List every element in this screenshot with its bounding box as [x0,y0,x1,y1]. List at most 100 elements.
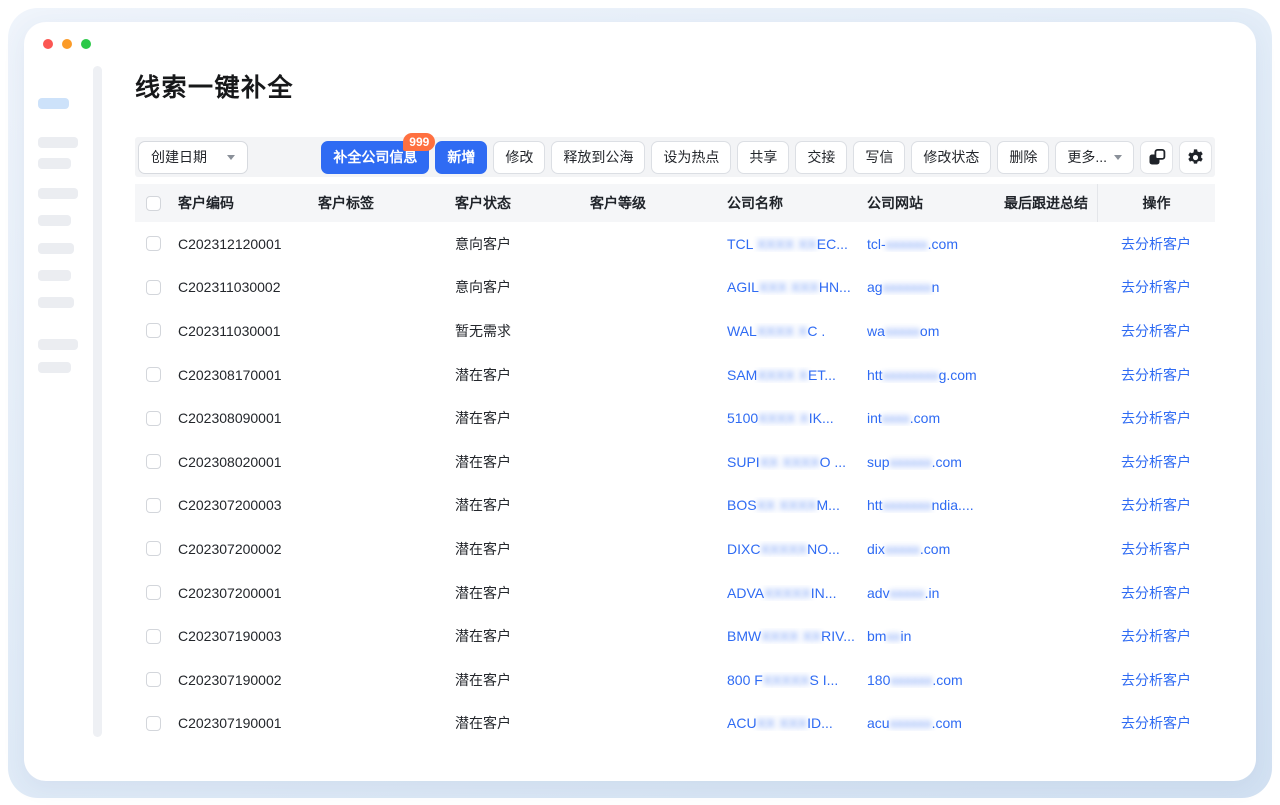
row-checkbox[interactable] [146,236,161,251]
company-name-link[interactable]: ADVAXXXXXIN... [727,585,867,601]
company-website: acu [867,715,890,731]
table-row: C202307190001潜在客户ACUXX XXXID...acuxxxxxx… [135,702,1215,746]
company-name: AGIL [727,279,759,295]
company-website-link[interactable]: intxxxx.com [867,410,1004,426]
toolbar-button-label: 新增 [447,147,475,167]
company-website-masked: xx [886,628,900,644]
company-name-link[interactable]: 800 FXXXXXS I... [727,672,867,688]
toolbar-button[interactable]: 设为热点 [651,141,731,174]
analyze-customer-link[interactable]: 去分析客户 [1121,452,1191,472]
row-checkbox-cell [135,411,178,426]
customer-code: C202307200001 [178,585,318,601]
row-checkbox[interactable] [146,323,161,338]
toolbar-button[interactable]: 补全公司信息999 [321,141,429,174]
analyze-customer-link[interactable]: 去分析客户 [1121,583,1191,603]
analyze-customer-link[interactable]: 去分析客户 [1121,670,1191,690]
column-header-code[interactable]: 客户编码 [178,193,318,213]
analyze-customer-link[interactable]: 去分析客户 [1121,713,1191,733]
company-name-link[interactable]: SUPIXX XXXXO ... [727,454,867,470]
column-header-status[interactable]: 客户状态 [455,193,590,213]
company-name-link[interactable]: TCL XXXX XXEC... [727,236,867,252]
company-website-masked: xxxxxx [890,715,932,731]
analyze-customer-link[interactable]: 去分析客户 [1121,234,1191,254]
column-header-action[interactable]: 操作 [1097,184,1215,222]
company-website-link[interactable]: agxxxxxxxn [867,279,1004,295]
company-name: SUPI [727,454,760,470]
company-website-link[interactable]: bmxxin [867,628,1004,644]
toolbar-button[interactable]: 释放到公海 [551,141,645,174]
company-website-link[interactable]: httxxxxxxxndia.... [867,497,1004,513]
toolbar-button[interactable]: 写信 [853,141,905,174]
analyze-customer-link[interactable]: 去分析客户 [1121,365,1191,385]
row-checkbox[interactable] [146,498,161,513]
row-checkbox[interactable] [146,411,161,426]
customer-status: 潜在客户 [455,626,590,646]
customer-status: 暂无需求 [455,321,590,341]
row-checkbox[interactable] [146,541,161,556]
company-name-link[interactable]: BMWXXXX XXRIV... [727,628,867,644]
sidebar-skeleton-bar-active [38,98,69,109]
analyze-customer-link[interactable]: 去分析客户 [1121,321,1191,341]
toolbar-button[interactable]: 修改状态 [911,141,991,174]
company-name-link[interactable]: SAMXXXX XET... [727,367,867,383]
maximize-window-icon[interactable] [81,39,91,49]
row-checkbox[interactable] [146,367,161,382]
row-checkbox[interactable] [146,585,161,600]
minimize-window-icon[interactable] [62,39,72,49]
swap-squares-button[interactable] [1140,141,1173,174]
company-website-link[interactable]: supxxxxxx.com [867,454,1004,470]
company-name-link[interactable]: 5100XXXX XIK... [727,410,867,426]
select-all-checkbox[interactable] [146,196,161,211]
company-website: in [900,628,911,644]
company-name-link[interactable]: WALXXXX XC . [727,323,867,339]
company-name-link[interactable]: DIXCXXXXXNO... [727,541,867,557]
company-website-masked: xxxxxx [890,454,932,470]
table-row: C202307200001潜在客户ADVAXXXXXIN...advxxxxx.… [135,571,1215,615]
analyze-customer-link[interactable]: 去分析客户 [1121,408,1191,428]
company-website-link[interactable]: 180xxxxxx.com [867,672,1004,688]
company-website-link[interactable]: acuxxxxxx.com [867,715,1004,731]
column-header-website[interactable]: 公司网站 [867,193,1004,213]
toolbar: 创建日期 补全公司信息999 新增 修改释放到公海设为热点共享交接写信修改状态删除更… [135,137,1215,177]
analyze-customer-link[interactable]: 去分析客户 [1121,277,1191,297]
column-header-tag[interactable]: 客户标签 [318,193,455,213]
row-checkbox-cell [135,323,178,338]
toolbar-button[interactable]: 删除 [997,141,1049,174]
row-checkbox[interactable] [146,629,161,644]
company-website: wa [867,323,885,339]
company-website-link[interactable]: tcl-xxxxxx.com [867,236,1004,252]
toolbar-button[interactable]: 共享 [737,141,789,174]
row-checkbox[interactable] [146,280,161,295]
company-website-link[interactable]: waxxxxxom [867,323,1004,339]
toolbar-button[interactable]: 修改 [493,141,545,174]
settings-gear-button[interactable] [1179,141,1212,174]
company-website-link[interactable]: httxxxxxxxxg.com [867,367,1004,383]
column-header-level[interactable]: 客户等级 [590,193,727,213]
column-header-summary[interactable]: 最后跟进总结 [1004,193,1097,213]
row-checkbox-cell [135,541,178,556]
company-website-link[interactable]: dixxxxxx.com [867,541,1004,557]
row-checkbox[interactable] [146,716,161,731]
analyze-customer-link[interactable]: 去分析客户 [1121,539,1191,559]
action-cell: 去分析客户 [1097,222,1215,266]
customer-status: 潜在客户 [455,670,590,690]
analyze-customer-link[interactable]: 去分析客户 [1121,495,1191,515]
row-checkbox[interactable] [146,672,161,687]
analyze-customer-link[interactable]: 去分析客户 [1121,626,1191,646]
column-header-company[interactable]: 公司名称 [727,193,867,213]
row-checkbox[interactable] [146,454,161,469]
customer-code: C202311030001 [178,323,318,339]
company-name: RIV... [821,628,855,644]
company-name-link[interactable]: BOSXX XXXXM... [727,497,867,513]
toolbar-button[interactable]: 新增 [435,141,487,174]
sidebar-skeleton-bar [38,362,71,373]
company-website-link[interactable]: advxxxxx.in [867,585,1004,601]
company-name-link[interactable]: ACUXX XXXID... [727,715,867,731]
close-window-icon[interactable] [43,39,53,49]
toolbar-button[interactable]: 更多... [1055,141,1134,174]
action-cell: 去分析客户 [1097,702,1215,746]
toolbar-button-label: 修改 [505,147,533,167]
date-filter-select[interactable]: 创建日期 [138,141,248,174]
toolbar-button[interactable]: 交接 [795,141,847,174]
company-name-link[interactable]: AGILXXX XXXHN... [727,279,867,295]
